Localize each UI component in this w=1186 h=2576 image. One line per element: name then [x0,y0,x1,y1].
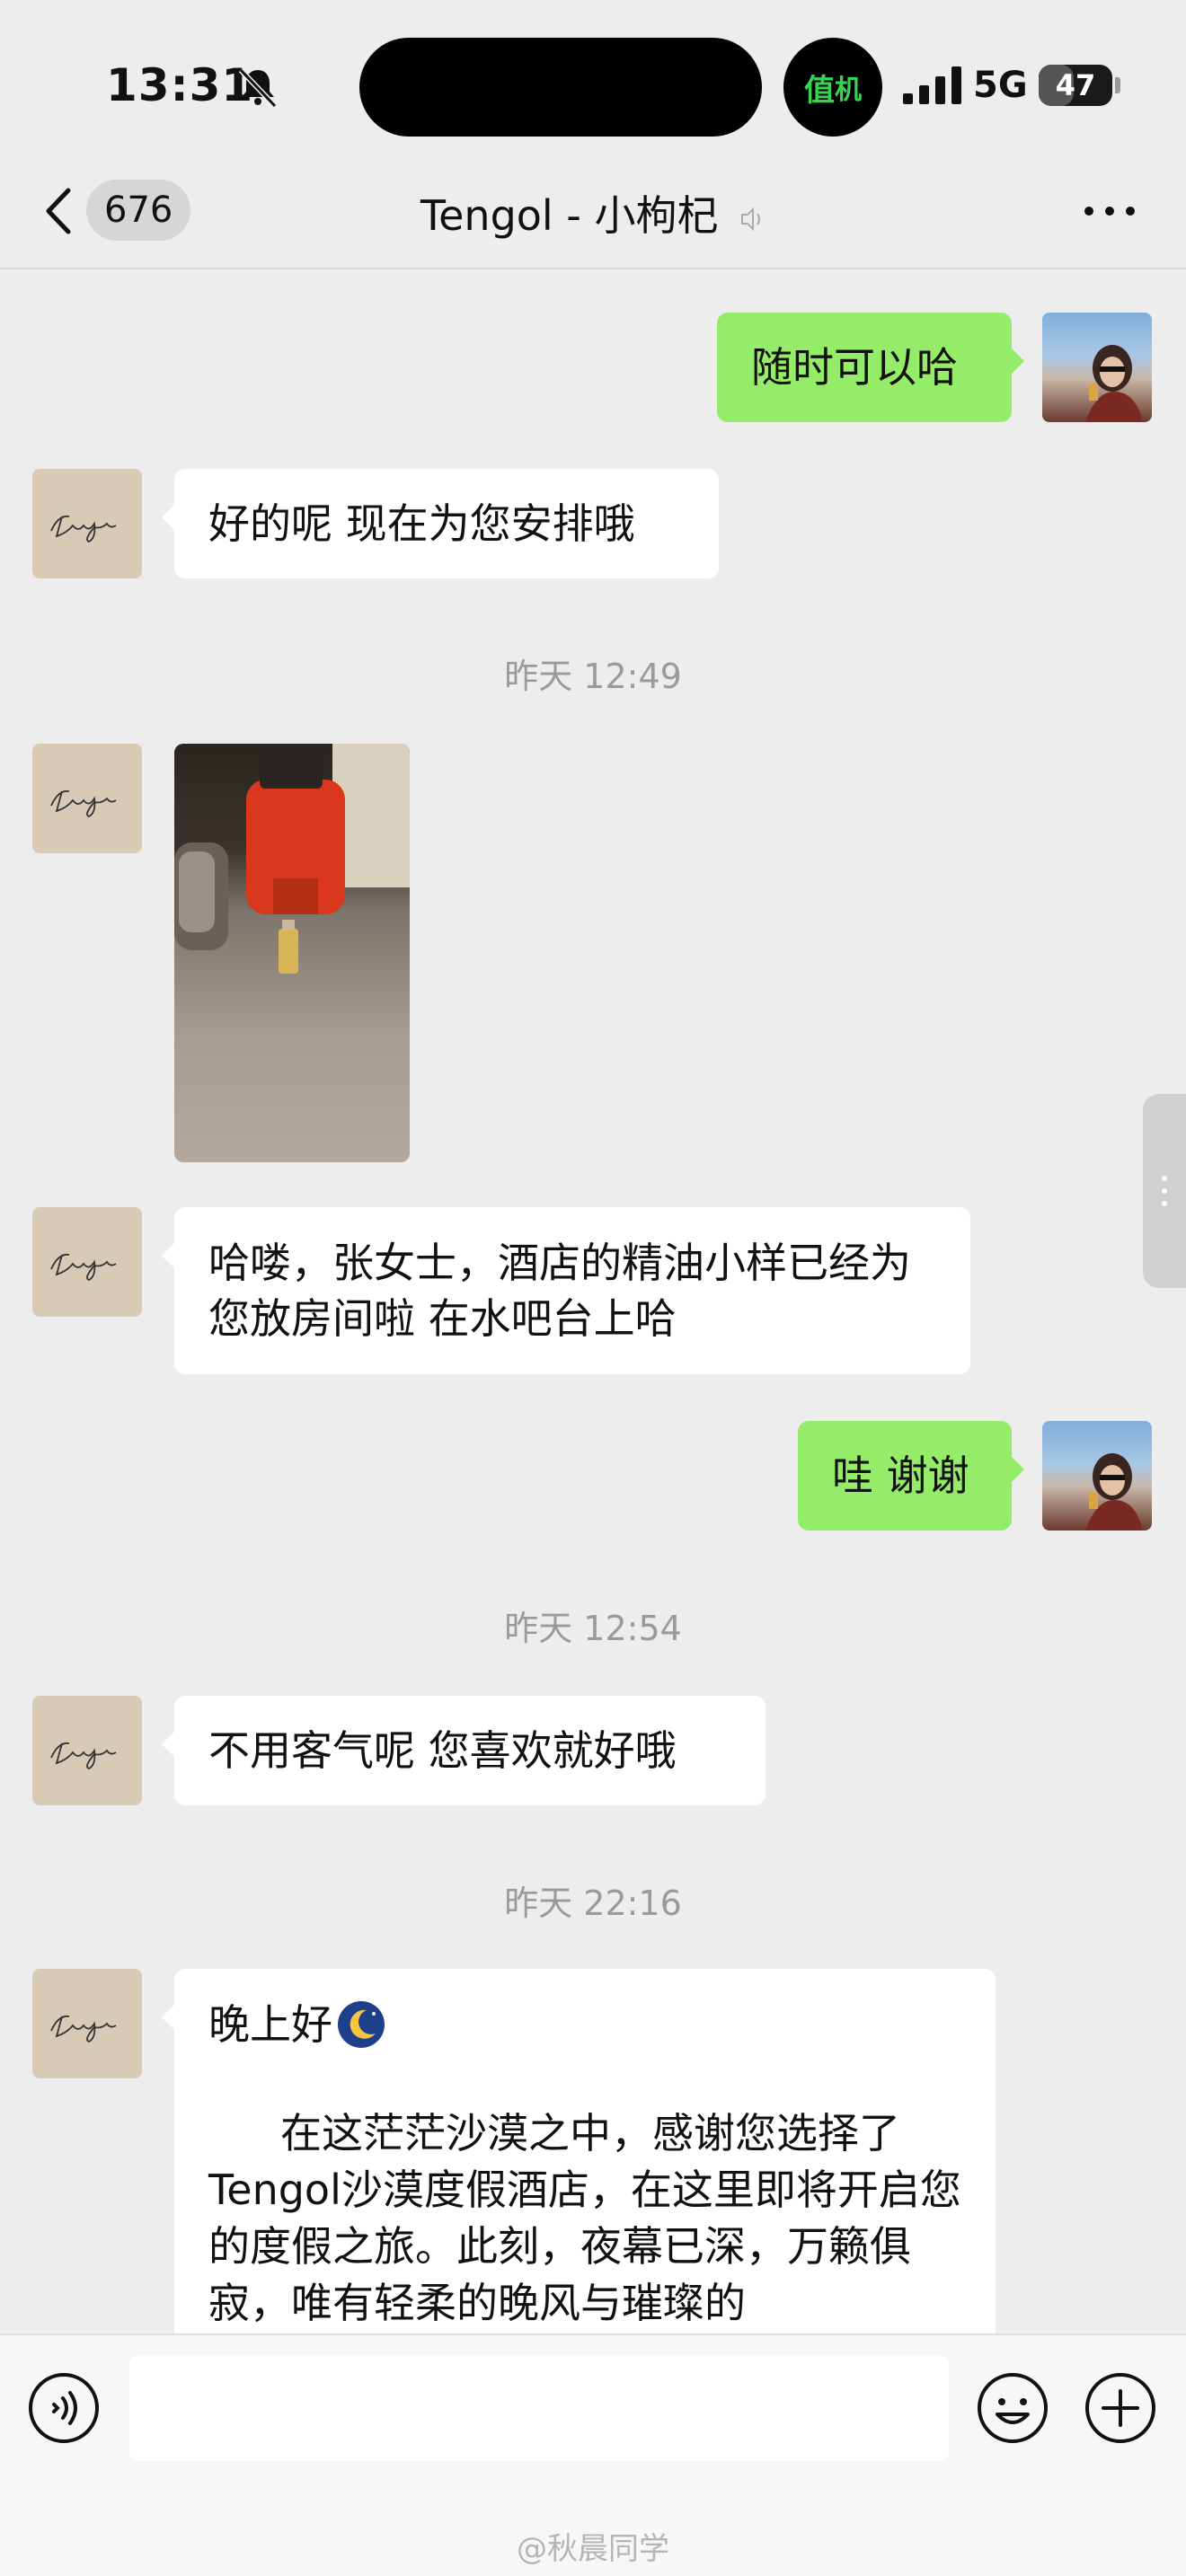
message-bubble-outgoing[interactable]: 哇 谢谢 [798,1421,1024,1531]
side-drag-handle[interactable] [1143,1094,1186,1288]
message-paragraph: 在这茫茫沙漠之中，感谢您选择了Tengol沙漠度假酒店，在这里即将开启您的度假之… [208,2109,961,2327]
message-bubble-incoming[interactable]: 不用客气呢 您喜欢就好哦 [162,1696,766,1805]
mute-icon [741,207,761,231]
message-input[interactable] [129,2355,949,2461]
hotel-avatar[interactable] [32,1696,142,1805]
bell-off-icon [238,67,278,109]
hotel-avatar[interactable] [32,469,142,578]
message-bubble-incoming[interactable]: 哈喽，张女士，酒店的精油小样已经为您放房间啦 在水吧台上哈 [162,1207,970,1374]
dynamic-island [359,38,762,137]
status-time: 13:31 [106,59,254,111]
signal-icon [903,66,961,104]
image-message[interactable] [174,744,410,1162]
network-type: 5G [973,65,1028,106]
plus-icon[interactable] [1084,2371,1157,2445]
avatar-photo-icon [1085,345,1143,422]
photo-content-icon [174,744,410,974]
timestamp: 昨天 12:54 [504,1609,682,1648]
battery-indicator: 47 [1039,65,1112,106]
message-greeting: 晚上好 [208,1996,961,2053]
hotel-logo-icon [50,515,117,543]
avatar-photo-icon [1085,1453,1143,1531]
status-badge: 值机 [783,38,882,137]
hotel-logo-icon [50,1253,117,1281]
hotel-avatar[interactable] [32,1969,142,2078]
battery-level: 47 [1055,68,1096,102]
timestamp: 昨天 12:49 [504,657,682,696]
hotel-logo-icon [50,1742,117,1769]
hotel-logo-icon [50,2015,117,2042]
message-bubble-outgoing[interactable]: 随时可以哈 [717,313,1024,422]
drag-dots-icon [1162,1176,1167,1206]
my-avatar[interactable] [1042,313,1152,422]
timestamp: 昨天 22:16 [504,1883,682,1923]
message-bubble-incoming-long[interactable]: 晚上好 在这茫茫沙漠之中，感谢您选择了Tengol沙漠度假酒店，在这里即将开启您… [162,1969,996,2346]
chat-title: Tengol - 小枸杞 [420,191,719,240]
message-bubble-incoming[interactable]: 好的呢 现在为您安排哦 [162,469,719,578]
status-bar: 13:31 值机 5G 47 [0,0,1186,171]
moon-emoji-icon [338,2001,385,2048]
emoji-icon[interactable] [976,2371,1049,2445]
watermark: @秋晨同学 [517,2531,669,2567]
hotel-avatar[interactable] [32,1207,142,1317]
greeting-text: 晚上好 [208,1999,332,2049]
chat-title-wrap: Tengol - 小枸杞 [0,183,1186,243]
battery-cap [1115,77,1120,93]
hotel-avatar[interactable] [32,744,142,853]
more-icon[interactable] [1078,198,1141,225]
voice-icon[interactable] [27,2371,101,2445]
hotel-logo-icon [50,790,117,817]
my-avatar[interactable] [1042,1421,1152,1531]
